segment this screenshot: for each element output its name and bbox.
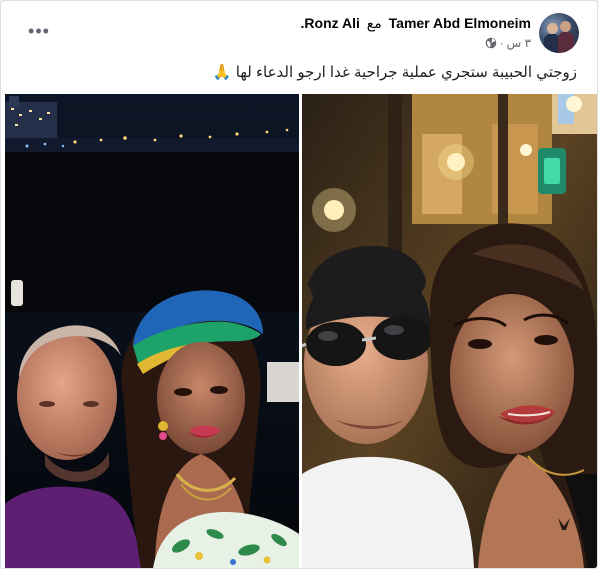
tagged-name-link[interactable]: Ronz Ali. [301,15,360,31]
photo-left[interactable] [5,94,299,568]
photo-left-image [5,94,299,568]
post-meta: ٣ س · [485,36,531,50]
post-card: Tamer Abd Elmoneim مع Ronz Ali. ٣ س · ••… [0,0,598,569]
author-avatar[interactable] [539,13,579,53]
post-caption: زوجتي الحبيبة ستجري عملية جراحية غدا ارج… [212,64,577,81]
with-label: مع [366,15,382,31]
photo-right[interactable] [302,94,597,568]
post-header: Tamer Abd Elmoneim مع Ronz Ali. ٣ س · ••… [1,1,597,61]
photo-right-image [302,94,597,568]
post-authors: Tamer Abd Elmoneim مع Ronz Ali. [301,15,531,32]
photo-grid [5,94,597,568]
globe-icon[interactable] [485,37,497,49]
post-time[interactable]: ٣ س [507,36,531,50]
more-options-icon[interactable]: ••• [25,21,53,41]
author-name-link[interactable]: Tamer Abd Elmoneim [389,15,531,31]
meta-separator: · [499,36,504,50]
